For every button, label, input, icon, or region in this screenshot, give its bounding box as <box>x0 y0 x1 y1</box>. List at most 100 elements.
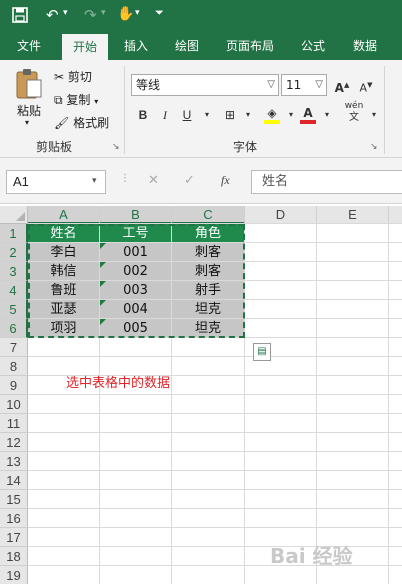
tab-insert[interactable]: 插入 <box>113 32 159 60</box>
watermark: Bai 经验 <box>270 544 353 568</box>
touch-mode-icon[interactable]: ✋ <box>117 6 134 22</box>
format-painter-label: 格式刷 <box>73 116 110 130</box>
redo-dropdown-icon[interactable]: ▾ <box>101 8 106 18</box>
font-name-combo[interactable]: 等线 ▽ <box>131 74 279 96</box>
grid-line <box>28 489 402 490</box>
row-header-7[interactable]: 7 <box>0 338 28 357</box>
insert-function-icon[interactable]: fx <box>221 173 230 188</box>
title-bar: ↶ ▾ ↷ ▾ ✋ ▾ ⏷ <box>0 0 402 32</box>
cut-button[interactable]: ✂ 剪切 <box>54 68 92 85</box>
tab-draw[interactable]: 绘图 <box>164 32 210 60</box>
selection-marquee <box>28 224 245 338</box>
bold-button[interactable]: B <box>133 105 153 125</box>
underline-button[interactable]: U <box>177 105 197 125</box>
row-header-1[interactable]: 1 <box>0 224 28 243</box>
column-header-e[interactable]: E <box>317 206 389 224</box>
borders-dropdown-icon[interactable]: ▾ <box>238 105 258 125</box>
column-header-d[interactable]: D <box>245 206 317 224</box>
fill-color-swatch <box>264 120 280 124</box>
grid-line <box>28 394 402 395</box>
grid-line <box>28 432 402 433</box>
row-header-6[interactable]: 6 <box>0 319 28 338</box>
italic-button[interactable]: I <box>155 105 175 125</box>
row-header-4[interactable]: 4 <box>0 281 28 300</box>
row-header-3[interactable]: 3 <box>0 262 28 281</box>
row-header-16[interactable]: 16 <box>0 509 28 528</box>
formula-bar-grip-icon: ⋮ <box>120 173 130 184</box>
select-all-corner[interactable] <box>0 206 28 224</box>
column-header-f[interactable] <box>389 206 402 224</box>
row-header-19[interactable]: 19 <box>0 566 28 584</box>
customize-qat-icon[interactable]: ⏷ <box>155 6 164 20</box>
grow-font-icon: A <box>334 81 344 95</box>
row-header-17[interactable]: 17 <box>0 528 28 547</box>
row-header-15[interactable]: 15 <box>0 490 28 509</box>
paste-button[interactable] <box>14 68 44 103</box>
tab-file[interactable]: 文件 <box>6 32 52 60</box>
touch-dropdown-icon[interactable]: ▾ <box>135 8 140 18</box>
clipboard-icon <box>16 69 42 99</box>
underline-dropdown-icon[interactable]: ▾ <box>197 105 217 125</box>
row-header-10[interactable]: 10 <box>0 395 28 414</box>
tab-page-layout[interactable]: 页面布局 <box>220 32 280 60</box>
ribbon: 粘贴 ▾ ✂ 剪切 ⧉ 复制 ▾ 🖌 格式刷 剪贴板 ↘ 等线 ▽ 11 ▽ A… <box>0 60 402 158</box>
grid-line <box>28 527 402 528</box>
font-size-value: 11 <box>286 78 302 92</box>
row-header-12[interactable]: 12 <box>0 433 28 452</box>
column-header-a[interactable]: A <box>28 206 100 224</box>
copy-icon: ⧉ <box>54 93 63 107</box>
column-header-c[interactable]: C <box>172 206 245 224</box>
tab-data[interactable]: 数据 <box>342 32 388 60</box>
quick-analysis-icon[interactable]: ▤ <box>253 343 271 361</box>
borders-button[interactable]: ⊞ <box>220 105 240 125</box>
fill-bucket-icon: ◈ <box>267 106 277 120</box>
row-header-2[interactable]: 2 <box>0 243 28 262</box>
row-header-5[interactable]: 5 <box>0 300 28 319</box>
enter-icon[interactable]: ✓ <box>184 173 195 188</box>
format-painter-button[interactable]: 🖌 格式刷 <box>54 114 109 131</box>
undo-icon[interactable]: ↶ <box>46 6 59 24</box>
separator <box>124 66 125 154</box>
row-header-13[interactable]: 13 <box>0 452 28 471</box>
redo-icon[interactable]: ↷ <box>84 6 97 24</box>
tab-formulas[interactable]: 公式 <box>290 32 336 60</box>
paintbrush-icon: 🖌 <box>54 116 70 130</box>
row-header-8[interactable]: 8 <box>0 357 28 376</box>
grid-line <box>28 470 402 471</box>
copy-button[interactable]: ⧉ 复制 ▾ <box>54 91 98 108</box>
copy-dropdown-icon[interactable]: ▾ <box>94 97 98 106</box>
paste-dropdown-icon[interactable]: ▾ <box>25 118 29 127</box>
formula-input[interactable]: 姓名 <box>251 170 402 194</box>
fill-color-button[interactable]: ◈ <box>262 103 282 124</box>
row-header-11[interactable]: 11 <box>0 414 28 433</box>
row-header-9[interactable]: 9 <box>0 376 28 395</box>
ribbon-tabs: 文件 开始 插入 绘图 页面布局 公式 数据 <box>0 32 402 60</box>
tab-home[interactable]: 开始 <box>62 34 108 60</box>
row-header-14[interactable]: 14 <box>0 471 28 490</box>
font-launcher-icon[interactable]: ↘ <box>370 142 378 152</box>
phonetic-dropdown-icon[interactable]: ▾ <box>364 105 384 125</box>
grow-font-button[interactable]: A▲ <box>332 75 352 95</box>
font-name-value: 等线 <box>136 78 161 92</box>
borders-icon: ⊞ <box>224 108 236 122</box>
scissors-icon: ✂ <box>54 70 65 84</box>
font-color-swatch <box>300 120 316 124</box>
font-color-button[interactable]: A <box>298 103 318 124</box>
row-header-18[interactable]: 18 <box>0 547 28 566</box>
font-color-dropdown-icon[interactable]: ▾ <box>317 105 337 125</box>
clipboard-group-label: 剪贴板 <box>36 140 73 154</box>
clipboard-launcher-icon[interactable]: ↘ <box>112 142 120 152</box>
cut-label: 剪切 <box>67 70 92 84</box>
grid-line <box>28 508 402 509</box>
grid-line <box>28 413 402 414</box>
undo-dropdown-icon[interactable]: ▾ <box>63 8 68 18</box>
cancel-icon[interactable]: ✕ <box>148 173 159 188</box>
shrink-font-icon: A <box>359 81 368 95</box>
column-header-b[interactable]: B <box>100 206 172 224</box>
namebox-dropdown-icon[interactable]: ▾ <box>92 176 97 186</box>
shrink-font-button[interactable]: A▼ <box>356 75 376 95</box>
name-box[interactable]: A1 <box>6 170 106 194</box>
paste-label[interactable]: 粘贴 <box>17 102 41 119</box>
font-size-combo[interactable]: 11 ▽ <box>281 74 327 96</box>
save-icon[interactable] <box>12 7 28 27</box>
